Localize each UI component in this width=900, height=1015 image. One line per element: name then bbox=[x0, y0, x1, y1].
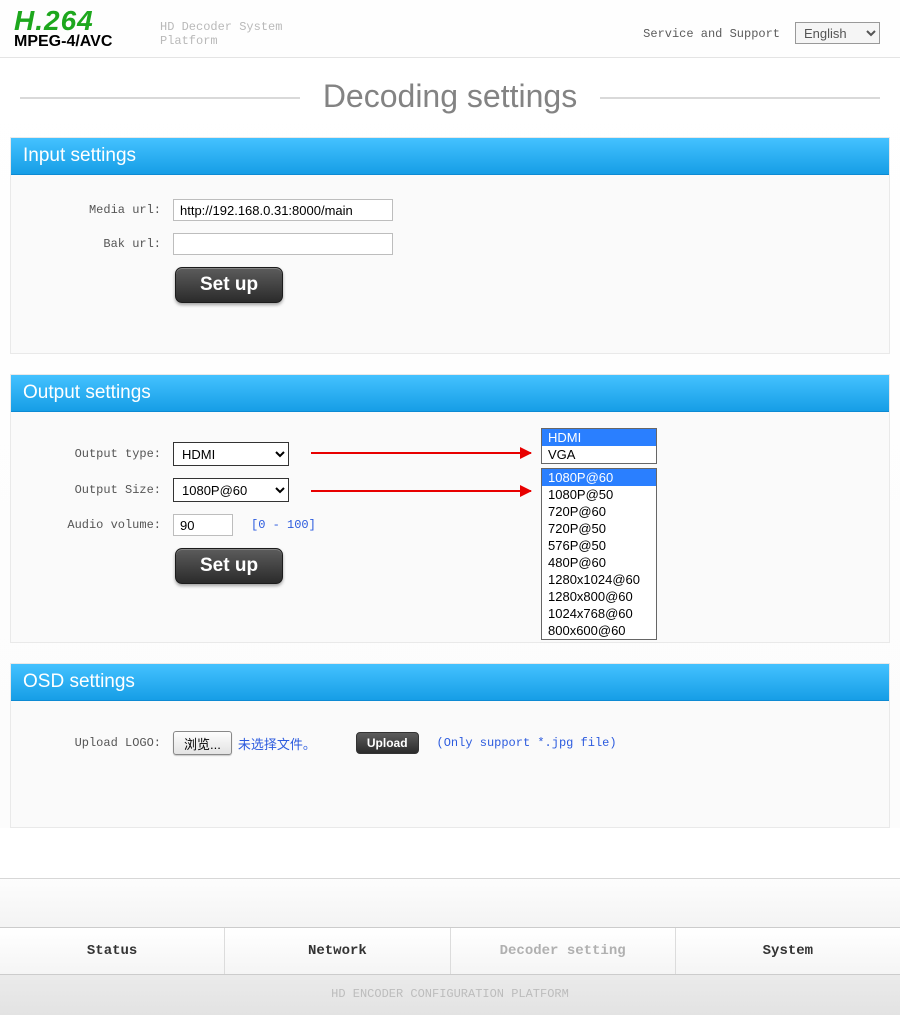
input-settings-panel: Input settings Media url: Bak url: Set u… bbox=[10, 137, 890, 354]
osd-settings-header: OSD settings bbox=[11, 664, 889, 701]
output-type-label: Output type: bbox=[23, 447, 173, 461]
tab-status[interactable]: Status bbox=[0, 928, 225, 974]
output-type-select[interactable]: HDMI bbox=[173, 442, 289, 466]
output-size-options-popup[interactable]: 1080P@601080P@50720P@60720P@50576P@50480… bbox=[541, 468, 657, 640]
option-1080p-50[interactable]: 1080P@50 bbox=[542, 486, 656, 503]
audio-volume-input[interactable] bbox=[173, 514, 233, 536]
output-size-label: Output Size: bbox=[23, 483, 173, 497]
bottom-area: Status Network Decoder setting System HD… bbox=[0, 878, 900, 1015]
service-support-link[interactable]: Service and Support bbox=[643, 27, 780, 41]
option-1024x768-60[interactable]: 1024x768@60 bbox=[542, 605, 656, 622]
output-settings-panel: Output settings Output type: HDMI Output… bbox=[10, 374, 890, 643]
audio-volume-hint: [0 - 100] bbox=[251, 518, 316, 532]
bak-url-input[interactable] bbox=[173, 233, 393, 255]
tab-decoder[interactable]: Decoder setting bbox=[451, 928, 676, 974]
bottom-tabs: Status Network Decoder setting System bbox=[0, 927, 900, 975]
option-480p-60[interactable]: 480P@60 bbox=[542, 554, 656, 571]
arrow-output-size bbox=[311, 490, 531, 492]
file-status-text: 未选择文件。 bbox=[238, 734, 316, 753]
output-settings-body: Output type: HDMI Output Size: 1080P@60 … bbox=[11, 412, 889, 642]
bak-url-label: Bak url: bbox=[23, 237, 173, 251]
upload-logo-label: Upload LOGO: bbox=[23, 736, 173, 750]
logo: H.264 MPEG-4/AVC bbox=[14, 5, 112, 51]
option-vga[interactable]: VGA bbox=[542, 446, 656, 463]
page-body: Decoding settings Input settings Media u… bbox=[0, 58, 900, 828]
osd-settings-panel: OSD settings Upload LOGO: 浏览... 未选择文件。 U… bbox=[10, 663, 890, 828]
browse-button[interactable]: 浏览... bbox=[173, 731, 232, 755]
option-1280x1024-60[interactable]: 1280x1024@60 bbox=[542, 571, 656, 588]
output-settings-header: Output settings bbox=[11, 375, 889, 412]
option-720p-60[interactable]: 720P@60 bbox=[542, 503, 656, 520]
option-720p-50[interactable]: 720P@50 bbox=[542, 520, 656, 537]
audio-volume-label: Audio volume: bbox=[23, 518, 173, 532]
top-bar: H.264 MPEG-4/AVC HD Decoder System Platf… bbox=[0, 0, 900, 58]
logo-line2: MPEG-4/AVC bbox=[14, 33, 112, 51]
input-settings-header: Input settings bbox=[11, 138, 889, 175]
option-hdmi[interactable]: HDMI bbox=[542, 429, 656, 446]
option-1280x800-60[interactable]: 1280x800@60 bbox=[542, 588, 656, 605]
page-title: Decoding settings bbox=[10, 78, 890, 115]
language-select[interactable]: English bbox=[795, 22, 880, 44]
input-setup-button[interactable]: Set up bbox=[175, 267, 283, 303]
option-576p-50[interactable]: 576P@50 bbox=[542, 537, 656, 554]
upload-hint: (Only support *.jpg file) bbox=[437, 736, 617, 750]
arrow-output-type bbox=[311, 452, 531, 454]
media-url-input[interactable] bbox=[173, 199, 393, 221]
logo-subtitle: HD Decoder System Platform bbox=[160, 20, 282, 49]
footer-text: HD ENCODER CONFIGURATION PLATFORM bbox=[0, 975, 900, 1015]
output-type-options-popup[interactable]: HDMIVGA bbox=[541, 428, 657, 464]
option-1080p-60[interactable]: 1080P@60 bbox=[542, 469, 656, 486]
media-url-label: Media url: bbox=[23, 203, 173, 217]
tab-network[interactable]: Network bbox=[225, 928, 450, 974]
option-800x600-60[interactable]: 800x600@60 bbox=[542, 622, 656, 639]
upload-button[interactable]: Upload bbox=[356, 732, 419, 754]
output-size-select[interactable]: 1080P@60 bbox=[173, 478, 289, 502]
output-setup-button[interactable]: Set up bbox=[175, 548, 283, 584]
tab-system[interactable]: System bbox=[676, 928, 900, 974]
